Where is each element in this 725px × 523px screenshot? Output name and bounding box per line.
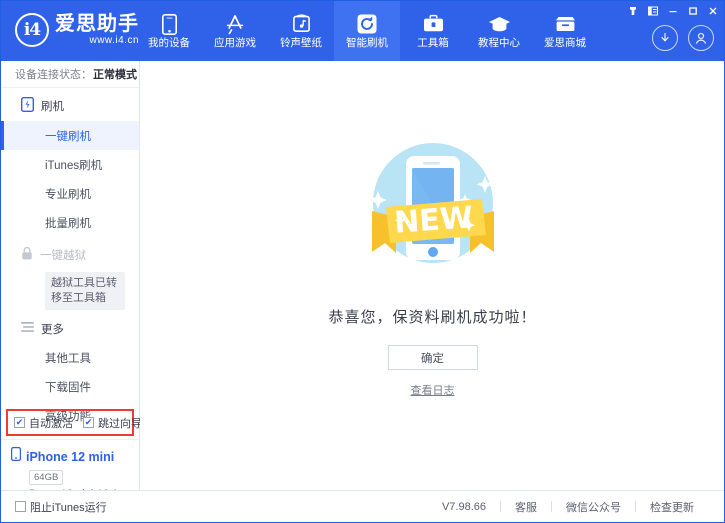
appstore-icon [224, 13, 246, 35]
status-bar: 阻止iTunes运行 V7.98.66 客服 微信公众号 检查更新 [1, 490, 724, 522]
device-connection-status: 设备连接状态：正常模式 [1, 61, 139, 88]
nav-label: 爱思商城 [544, 38, 586, 49]
shop-icon [554, 13, 577, 35]
checkbox-box [15, 501, 26, 512]
device-icon [11, 447, 21, 466]
sidebar: 设备连接状态：正常模式 刷机 一键刷机 iTunes刷机 专业刷机 批量刷机 一… [1, 61, 140, 523]
refresh-icon [357, 13, 377, 35]
wechat-link[interactable]: 微信公众号 [552, 499, 635, 515]
nav-item-apps-games[interactable]: 应用游戏 [202, 1, 268, 61]
new-badge-text: NEW [393, 200, 474, 240]
nav-item-ringtones-wallpapers[interactable]: 铃声壁纸 [268, 1, 334, 61]
brand-name: 爱思助手 [55, 13, 139, 34]
jailbreak-moved-tooltip: 越狱工具已转移至工具箱 [45, 272, 125, 310]
graduation-icon [488, 13, 511, 35]
sidebar-section-label: 更多 [41, 321, 64, 337]
sidebar-item-label: 下载固件 [45, 379, 91, 395]
checkbox-label: 自动激活 [29, 415, 73, 431]
aisi-assistant-window: i4 爱思助手 www.i4.cn 我的设备 应用游戏 [0, 0, 725, 523]
sidebar-section-jailbreak: 一键越狱 [1, 240, 139, 270]
app-logo: i4 爱思助手 www.i4.cn [15, 13, 139, 47]
nav-item-smart-flash[interactable]: 智能刷机 [334, 1, 400, 61]
check-update-link[interactable]: 检查更新 [636, 499, 708, 515]
version-label: V7.98.66 [428, 501, 500, 513]
checkbox-label: 阻止iTunes运行 [30, 499, 107, 515]
phone-icon [162, 13, 177, 35]
checkbox-block-itunes[interactable]: 阻止iTunes运行 [15, 499, 107, 515]
flash-device-icon [21, 97, 34, 115]
support-link[interactable]: 客服 [501, 499, 551, 515]
device-capacity-badge: 64GB [29, 470, 63, 485]
skin-icon[interactable] [624, 4, 642, 19]
nav-item-toolbox[interactable]: 工具箱 [400, 1, 466, 61]
main-nav: 我的设备 应用游戏 铃声壁纸 智能刷机 [136, 1, 598, 61]
app-header: i4 爱思助手 www.i4.cn 我的设备 应用游戏 [1, 1, 725, 61]
sidebar-item-download-firmware[interactable]: 下载固件 [1, 373, 139, 402]
nav-label: 铃声壁纸 [280, 38, 322, 49]
nav-label: 教程中心 [478, 38, 520, 49]
sidebar-item-label: iTunes刷机 [45, 157, 102, 173]
music-icon [293, 13, 310, 35]
maximize-icon[interactable] [684, 4, 702, 19]
sidebar-item-label: 其他工具 [45, 350, 91, 366]
checkbox-auto-activate[interactable]: ✔ 自动激活 [14, 415, 73, 431]
sidebar-section-label: 一键越狱 [40, 247, 86, 263]
flash-success-illustration: NEW [338, 131, 528, 286]
sidebar-section-flash: 刷机 [1, 91, 139, 121]
sidebar-section-more: 更多 [1, 314, 139, 344]
nav-item-tutorials[interactable]: 教程中心 [466, 1, 532, 61]
brand-url: www.i4.cn [89, 35, 139, 47]
menu-icon[interactable] [644, 4, 662, 19]
close-icon[interactable] [704, 4, 722, 19]
list-icon [21, 321, 34, 336]
device-name: iPhone 12 mini [26, 450, 114, 464]
nav-label: 智能刷机 [346, 38, 388, 49]
download-icon[interactable] [652, 25, 678, 51]
lock-icon [21, 246, 33, 264]
success-headline: 恭喜您，保资料刷机成功啦！ [328, 306, 536, 327]
view-log-link[interactable]: 查看日志 [411, 382, 455, 398]
nav-item-my-device[interactable]: 我的设备 [136, 1, 202, 61]
brand-mark: i4 [15, 13, 49, 47]
nav-label: 我的设备 [148, 38, 190, 49]
nav-label: 工具箱 [417, 38, 449, 49]
sidebar-item-pro-flash[interactable]: 专业刷机 [1, 179, 139, 208]
sidebar-item-label: 批量刷机 [45, 215, 91, 231]
checkmark-icon: ✔ [83, 417, 94, 428]
flash-options-highlight: ✔ 自动激活 ✔ 跳过向导 [6, 409, 134, 436]
sidebar-item-batch-flash[interactable]: 批量刷机 [1, 208, 139, 237]
nav-label: 应用游戏 [214, 38, 256, 49]
checkbox-skip-wizard[interactable]: ✔ 跳过向导 [83, 415, 142, 431]
toolbox-icon [423, 13, 444, 35]
sidebar-item-label: 专业刷机 [45, 186, 91, 202]
status-label: 设备连接状态： [15, 66, 92, 82]
minimize-icon[interactable] [664, 4, 682, 19]
header-actions [652, 25, 714, 51]
sidebar-section-label: 刷机 [41, 98, 64, 114]
status-value: 正常模式 [93, 66, 137, 82]
sidebar-item-itunes-flash[interactable]: iTunes刷机 [1, 150, 139, 179]
sidebar-item-other-tools[interactable]: 其他工具 [1, 344, 139, 373]
sidebar-item-label: 一键刷机 [45, 128, 91, 144]
checkbox-label: 跳过向导 [98, 415, 142, 431]
nav-item-store[interactable]: 爱思商城 [532, 1, 598, 61]
sidebar-item-one-key-flash[interactable]: 一键刷机 [1, 121, 139, 150]
main-content: NEW 恭喜您，保资料刷机成功啦！ 确定 查看日志 [140, 61, 725, 491]
account-icon[interactable] [688, 25, 714, 51]
confirm-button[interactable]: 确定 [388, 345, 478, 370]
window-controls [624, 3, 722, 19]
checkmark-icon: ✔ [14, 417, 25, 428]
connected-device-card[interactable]: iPhone 12 mini 64GB Down-12mini-13,1 [1, 439, 139, 497]
